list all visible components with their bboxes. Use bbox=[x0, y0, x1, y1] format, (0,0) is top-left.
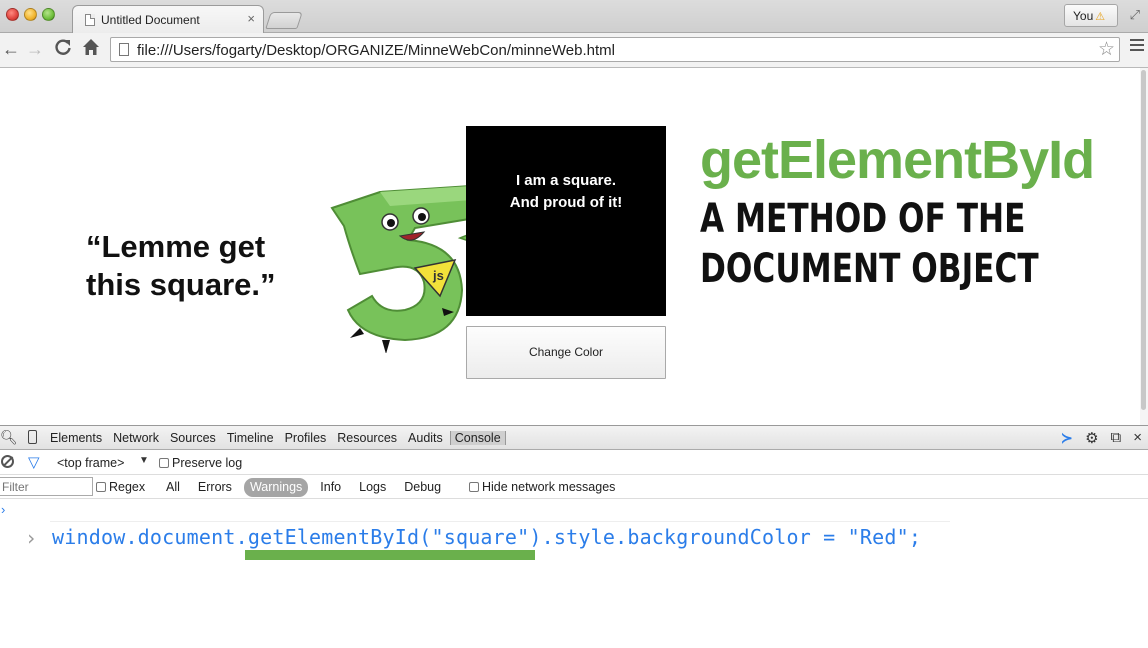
url-text[interactable]: file:///Users/fogarty/Desktop/ORGANIZE/M… bbox=[137, 42, 615, 59]
page-viewport: “Lemme get this square.” js I am a squar… bbox=[0, 68, 1148, 425]
preserve-log-checkbox[interactable]: Preserve log bbox=[159, 456, 242, 470]
tab-resources[interactable]: Resources bbox=[337, 431, 397, 445]
chevron-down-icon[interactable]: ▼ bbox=[139, 455, 149, 466]
regex-label: Regex bbox=[109, 480, 146, 494]
gear-icon[interactable]: ⚙ bbox=[1085, 429, 1098, 447]
bookmark-star-icon[interactable]: ☆ bbox=[1098, 38, 1115, 61]
level-errors[interactable]: Errors bbox=[198, 480, 232, 497]
log-levels: All Errors Warnings Info Logs Debug bbox=[166, 478, 459, 497]
page-icon bbox=[119, 43, 129, 56]
tab-timeline[interactable]: Timeline bbox=[227, 431, 274, 445]
regex-checkbox[interactable]: Regex bbox=[96, 480, 145, 494]
console-prompt-icon: › bbox=[1, 502, 6, 517]
filter-icon[interactable]: ▽ bbox=[28, 453, 40, 471]
tab-title: Untitled Document bbox=[101, 13, 200, 27]
checkbox-icon bbox=[96, 482, 106, 492]
devtools-tab-bar: 🔍︎ Elements Network Sources Timeline Pro… bbox=[0, 426, 1148, 450]
drawer-icon[interactable]: ≻ bbox=[1060, 429, 1073, 447]
browser-toolbar: ← → file:///Users/fogarty/Desktop/ORGANI… bbox=[0, 33, 1148, 68]
divider bbox=[50, 521, 950, 522]
tab-strip: Untitled Document × You ⚠ ⤢ bbox=[0, 0, 1148, 34]
square-line: And proud of it! bbox=[509, 194, 623, 211]
warning-icon: ⚠ bbox=[1095, 11, 1106, 23]
fullscreen-icon[interactable]: ⤢ bbox=[1130, 7, 1140, 23]
console-filter-bar: Regex All Errors Warnings Info Logs Debu… bbox=[0, 475, 1148, 499]
minimize-window-button[interactable] bbox=[24, 8, 37, 21]
frame-select[interactable]: <top frame> bbox=[57, 456, 124, 470]
menu-icon[interactable] bbox=[1130, 39, 1144, 54]
devtools-tabs: Elements Network Sources Timeline Profil… bbox=[50, 431, 517, 445]
inspect-search-icon[interactable]: 🔍︎ bbox=[0, 429, 18, 446]
square-caption: I am a square. And proud of it! bbox=[466, 170, 666, 214]
quote-line: this square.” bbox=[86, 267, 276, 302]
hide-network-label: Hide network messages bbox=[482, 480, 616, 494]
square: I am a square. And proud of it! bbox=[466, 126, 666, 316]
forward-icon[interactable]: → bbox=[24, 38, 46, 60]
profile-button[interactable]: You ⚠ bbox=[1064, 4, 1118, 27]
clear-console-icon[interactable] bbox=[1, 455, 14, 468]
quote-text: “Lemme get this square.” bbox=[86, 228, 326, 304]
mascot-badge-text: js bbox=[432, 268, 444, 283]
tab-elements[interactable]: Elements bbox=[50, 431, 102, 445]
home-icon[interactable] bbox=[80, 38, 102, 60]
square-line: I am a square. bbox=[515, 172, 617, 189]
devtools-controls: ≻ ⚙ ⧉ × bbox=[1060, 429, 1142, 447]
devtools-panel: 🔍︎ Elements Network Sources Timeline Pro… bbox=[0, 425, 1148, 647]
tab-audits[interactable]: Audits bbox=[408, 431, 443, 445]
highlight-underline bbox=[245, 550, 535, 560]
checkbox-icon bbox=[469, 482, 479, 492]
preserve-log-label: Preserve log bbox=[172, 456, 243, 470]
console-output[interactable]: › › window.document.getElementById("squa… bbox=[0, 500, 1148, 648]
close-icon[interactable]: × bbox=[1133, 429, 1142, 447]
reload-icon[interactable] bbox=[52, 38, 74, 60]
zoom-window-button[interactable] bbox=[42, 8, 55, 21]
tab-profiles[interactable]: Profiles bbox=[285, 431, 327, 445]
device-mode-icon[interactable] bbox=[28, 430, 37, 444]
console-toolbar: ▽ <top frame> ▼ Preserve log bbox=[0, 451, 1148, 475]
checkbox-icon bbox=[159, 458, 169, 468]
dock-icon[interactable]: ⧉ bbox=[1111, 429, 1122, 447]
browser-tab[interactable]: Untitled Document × bbox=[72, 5, 264, 34]
level-debug[interactable]: Debug bbox=[404, 480, 441, 497]
level-all[interactable]: All bbox=[166, 480, 180, 497]
address-bar[interactable]: file:///Users/fogarty/Desktop/ORGANIZE/M… bbox=[110, 37, 1120, 62]
quote-line: “Lemme get bbox=[86, 229, 266, 264]
tab-console[interactable]: Console bbox=[449, 431, 506, 445]
level-warnings[interactable]: Warnings bbox=[243, 478, 309, 497]
command-chevron-icon: › bbox=[25, 526, 38, 550]
level-info[interactable]: Info bbox=[320, 480, 341, 497]
hide-network-checkbox[interactable]: Hide network messages bbox=[469, 480, 615, 494]
subheading-line: DOCUMENT OBJECT bbox=[700, 246, 1039, 292]
slide-subheading: A METHOD OF THE DOCUMENT OBJECT bbox=[700, 194, 1039, 294]
close-window-button[interactable] bbox=[6, 8, 19, 21]
subheading-line: A METHOD OF THE bbox=[700, 196, 1026, 242]
page-icon bbox=[85, 14, 95, 26]
js-mascot-illustration: js bbox=[330, 184, 477, 353]
tab-network[interactable]: Network bbox=[113, 431, 159, 445]
page-scrollbar[interactable] bbox=[1140, 68, 1148, 425]
slide-heading: getElementById bbox=[700, 130, 1095, 190]
console-command[interactable]: window.document.getElementById("square")… bbox=[52, 525, 921, 549]
tab-sources[interactable]: Sources bbox=[170, 431, 216, 445]
filter-input[interactable] bbox=[0, 477, 93, 496]
back-icon[interactable]: ← bbox=[0, 38, 22, 60]
new-tab-button[interactable] bbox=[265, 12, 303, 29]
level-logs[interactable]: Logs bbox=[359, 480, 386, 497]
tab-close-icon[interactable]: × bbox=[247, 11, 255, 26]
change-color-button[interactable]: Change Color bbox=[466, 326, 666, 379]
profile-label: You bbox=[1073, 9, 1094, 23]
